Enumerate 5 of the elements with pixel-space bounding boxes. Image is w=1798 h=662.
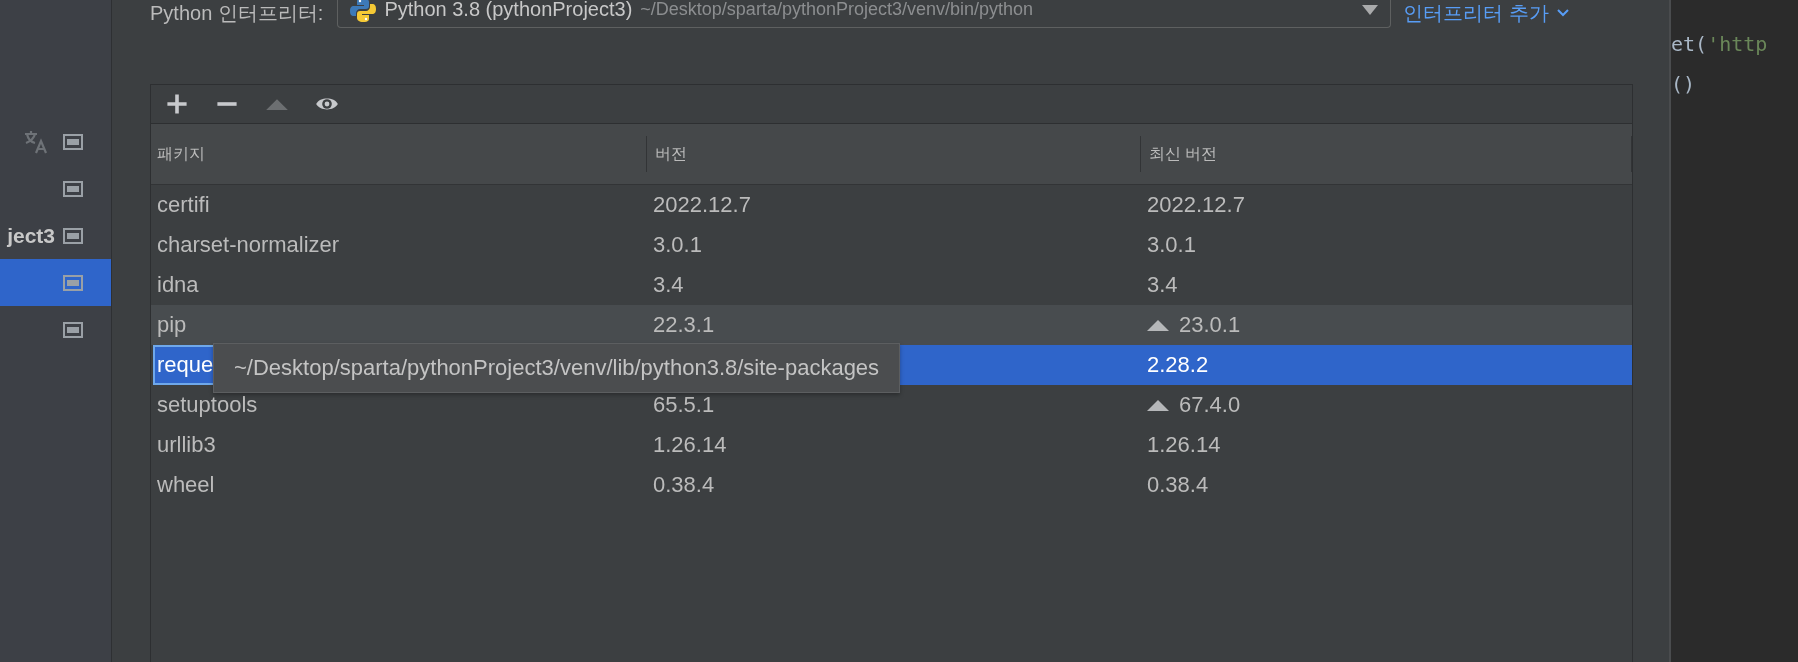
tooltip: ~/Desktop/sparta/pythonProject3/venv/lib/python3.8/site-packages [213,343,901,393]
code-line: et('http [1671,31,1769,58]
interpreter-label: Python 인터프리터: [150,0,324,26]
code-line: () [1671,71,1697,98]
item-label: ject3 [7,223,55,248]
